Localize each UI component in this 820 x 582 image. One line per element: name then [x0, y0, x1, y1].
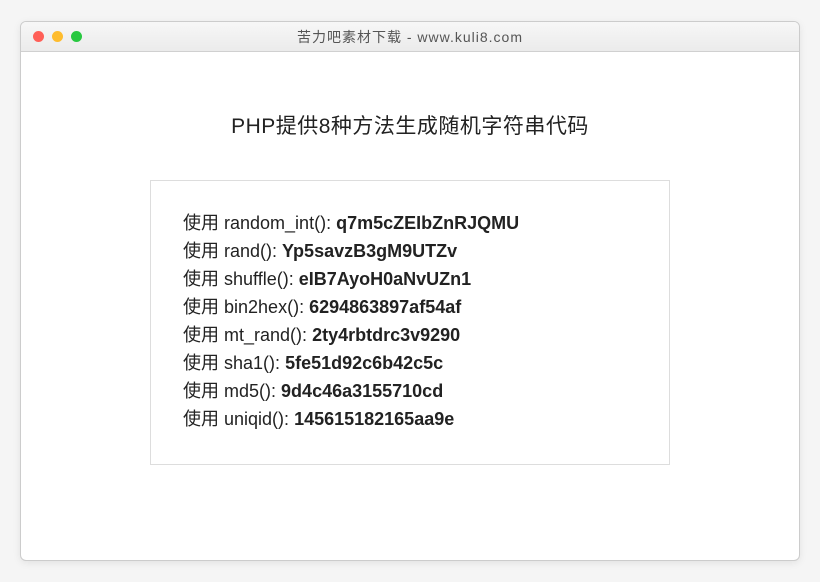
- maximize-icon[interactable]: [71, 31, 82, 42]
- row-value: Yp5savzB3gM9UTZv: [282, 241, 457, 261]
- row-label: 使用: [183, 325, 224, 345]
- list-item: 使用 rand(): Yp5savzB3gM9UTZv: [183, 238, 637, 265]
- row-value: 2ty4rbtdrc3v9290: [312, 325, 460, 345]
- row-value: 9d4c46a3155710cd: [281, 381, 443, 401]
- close-icon[interactable]: [33, 31, 44, 42]
- row-value: q7m5cZEIbZnRJQMU: [336, 213, 519, 233]
- row-func: random_int(): [224, 213, 326, 233]
- row-label: 使用: [183, 353, 224, 373]
- row-value: 145615182165aa9e: [294, 409, 454, 429]
- row-label: 使用: [183, 297, 224, 317]
- row-func: rand(): [224, 241, 272, 261]
- row-func: sha1(): [224, 353, 275, 373]
- traffic-lights: [21, 31, 82, 42]
- row-func: bin2hex(): [224, 297, 299, 317]
- row-value: 5fe51d92c6b42c5c: [285, 353, 443, 373]
- list-item: 使用 random_int(): q7m5cZEIbZnRJQMU: [183, 210, 637, 237]
- page-title: PHP提供8种方法生成随机字符串代码: [231, 110, 589, 140]
- row-func: mt_rand(): [224, 325, 302, 345]
- row-label: 使用: [183, 409, 224, 429]
- minimize-icon[interactable]: [52, 31, 63, 42]
- list-item: 使用 shuffle(): eIB7AyoH0aNvUZn1: [183, 266, 637, 293]
- row-value: 6294863897af54af: [309, 297, 461, 317]
- row-value: eIB7AyoH0aNvUZn1: [299, 269, 471, 289]
- window-title: 苦力吧素材下载 - www.kuli8.com: [21, 27, 799, 47]
- list-item: 使用 sha1(): 5fe51d92c6b42c5c: [183, 350, 637, 377]
- row-label: 使用: [183, 213, 224, 233]
- row-label: 使用: [183, 381, 224, 401]
- row-label: 使用: [183, 241, 224, 261]
- row-func: shuffle(): [224, 269, 289, 289]
- row-func: md5(): [224, 381, 271, 401]
- list-item: 使用 bin2hex(): 6294863897af54af: [183, 294, 637, 321]
- page-content: PHP提供8种方法生成随机字符串代码 使用 random_int(): q7m5…: [21, 52, 799, 560]
- list-item: 使用 uniqid(): 145615182165aa9e: [183, 406, 637, 433]
- titlebar: 苦力吧素材下载 - www.kuli8.com: [21, 22, 799, 52]
- row-func: uniqid(): [224, 409, 284, 429]
- list-item: 使用 mt_rand(): 2ty4rbtdrc3v9290: [183, 322, 637, 349]
- list-item: 使用 md5(): 9d4c46a3155710cd: [183, 378, 637, 405]
- browser-window: 苦力吧素材下载 - www.kuli8.com PHP提供8种方法生成随机字符串…: [20, 21, 800, 561]
- results-panel: 使用 random_int(): q7m5cZEIbZnRJQMU 使用 ran…: [150, 180, 670, 465]
- row-label: 使用: [183, 269, 224, 289]
